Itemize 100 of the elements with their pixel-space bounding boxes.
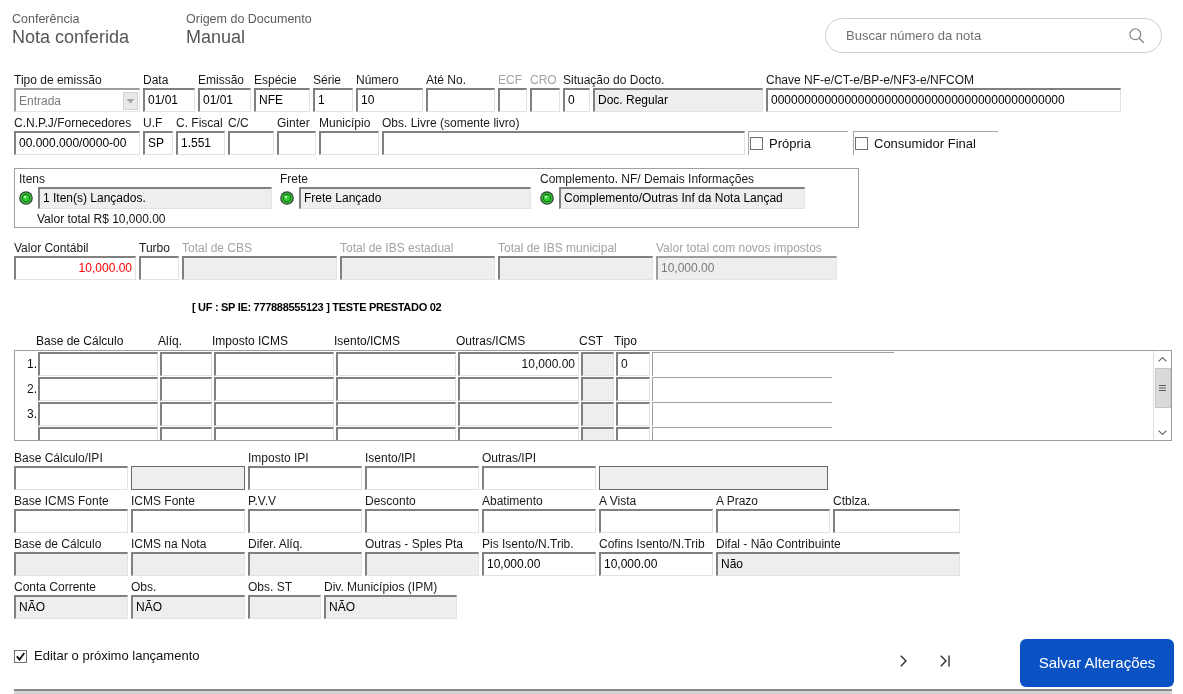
- input-field[interactable]: [14, 509, 128, 533]
- input-field[interactable]: [482, 466, 596, 490]
- table-cell[interactable]: [336, 427, 456, 440]
- table-cell[interactable]: [581, 377, 614, 401]
- table-cell[interactable]: [214, 352, 334, 376]
- input-field[interactable]: [498, 88, 527, 112]
- chevron-up-icon[interactable]: [1158, 357, 1167, 362]
- checkbox-label[interactable]: Própria: [769, 135, 811, 152]
- field-label: Ginter: [277, 116, 310, 131]
- checkbox-label[interactable]: Editar o próximo lançamento: [34, 648, 200, 664]
- table-cell[interactable]: [336, 377, 456, 401]
- table-cell[interactable]: [38, 352, 158, 376]
- input-field[interactable]: NÃO: [131, 595, 245, 619]
- input-field[interactable]: [716, 509, 830, 533]
- input-field[interactable]: [248, 595, 321, 619]
- input-field[interactable]: 01/01: [198, 88, 251, 112]
- input-field[interactable]: [426, 88, 495, 112]
- table-cell[interactable]: [160, 352, 212, 376]
- input-field[interactable]: [599, 466, 828, 490]
- input-field[interactable]: [482, 509, 596, 533]
- table-cell[interactable]: [581, 402, 614, 426]
- table-cell[interactable]: [336, 352, 456, 376]
- input-field[interactable]: 00.000.000/0000-00: [14, 131, 140, 155]
- input-field[interactable]: NÃO: [324, 595, 457, 619]
- input-field[interactable]: [530, 88, 560, 112]
- checkbox[interactable]: [750, 137, 763, 150]
- table-cell[interactable]: [652, 427, 832, 440]
- input-field[interactable]: [14, 466, 128, 490]
- input-field[interactable]: [248, 509, 362, 533]
- field-label: Total de IBS estadual: [340, 241, 454, 256]
- input-field[interactable]: 00000000000000000000000000000000000000000000: [766, 88, 1121, 112]
- input-field[interactable]: 10: [356, 88, 423, 112]
- input-field[interactable]: [382, 131, 745, 155]
- table-cell[interactable]: [652, 377, 832, 401]
- table-cell[interactable]: [616, 427, 650, 440]
- input-field[interactable]: [365, 466, 479, 490]
- input-field[interactable]: [340, 256, 495, 280]
- input-field[interactable]: [14, 552, 128, 576]
- chevron-down-icon[interactable]: [1158, 430, 1167, 435]
- table-cell[interactable]: [160, 377, 212, 401]
- field-label: P.V.V: [248, 494, 277, 509]
- table-cell[interactable]: [214, 427, 334, 440]
- input-field[interactable]: [498, 256, 653, 280]
- input-field[interactable]: [131, 552, 245, 576]
- input-field[interactable]: [182, 256, 337, 280]
- table-cell[interactable]: [214, 402, 334, 426]
- input-field[interactable]: [599, 509, 713, 533]
- input-field[interactable]: [248, 466, 362, 490]
- table-cell[interactable]: [160, 427, 212, 440]
- table-cell[interactable]: 10,000.00: [458, 352, 579, 376]
- table-cell[interactable]: [458, 402, 579, 426]
- table-cell[interactable]: [652, 402, 832, 426]
- chevron-right-icon[interactable]: [900, 655, 907, 667]
- table-cell[interactable]: [214, 377, 334, 401]
- input-field[interactable]: [365, 509, 479, 533]
- input-field[interactable]: 01/01: [143, 88, 195, 112]
- checkbox-label[interactable]: Consumidor Final: [874, 135, 976, 152]
- input-field[interactable]: Complemento/Outras Inf da Nota Lançad: [559, 187, 805, 209]
- input-field[interactable]: [131, 466, 245, 490]
- table-cell[interactable]: [160, 402, 212, 426]
- table-cell[interactable]: [581, 352, 614, 376]
- input-field[interactable]: [833, 509, 960, 533]
- input-field[interactable]: NFE: [254, 88, 310, 112]
- input-field[interactable]: 10,000.00: [599, 552, 713, 576]
- table-cell[interactable]: [616, 377, 650, 401]
- input-field[interactable]: [319, 131, 379, 155]
- input-field[interactable]: Doc. Regular: [593, 88, 763, 112]
- input-field[interactable]: 10,000.00: [482, 552, 596, 576]
- table-cell[interactable]: [652, 352, 894, 376]
- table-cell[interactable]: [458, 377, 579, 401]
- table-cell[interactable]: [38, 427, 158, 440]
- input-field[interactable]: 0: [563, 88, 590, 112]
- input-field[interactable]: [228, 131, 274, 155]
- table-cell[interactable]: [38, 402, 158, 426]
- input-field[interactable]: 1 Iten(s) Lançados.: [38, 187, 272, 209]
- input-field[interactable]: [248, 552, 362, 576]
- table-cell[interactable]: [458, 427, 579, 440]
- input-field[interactable]: [365, 552, 479, 576]
- input-field[interactable]: 10,000.00: [14, 256, 136, 280]
- input-field[interactable]: [277, 131, 316, 155]
- scroll-thumb[interactable]: [1154, 368, 1171, 408]
- input-field[interactable]: 1: [313, 88, 353, 112]
- skip-to-end-icon[interactable]: [940, 655, 950, 667]
- input-field[interactable]: Não: [716, 552, 960, 576]
- input-field[interactable]: NÃO: [14, 595, 128, 619]
- checkbox[interactable]: [855, 137, 868, 150]
- table-cell[interactable]: [616, 402, 650, 426]
- table-cell[interactable]: [336, 402, 456, 426]
- input-field[interactable]: 1.551: [176, 131, 225, 155]
- search-field[interactable]: Buscar número da nota: [825, 18, 1162, 53]
- input-field[interactable]: [131, 509, 245, 533]
- input-field[interactable]: SP: [143, 131, 173, 155]
- table-cell[interactable]: 0: [616, 352, 650, 376]
- save-button[interactable]: Salvar Alterações: [1020, 639, 1174, 687]
- checkbox[interactable]: [14, 649, 27, 663]
- input-field[interactable]: Frete Lançado: [299, 187, 531, 209]
- field-label: Série: [313, 73, 341, 88]
- table-cell[interactable]: [581, 427, 614, 440]
- input-field[interactable]: [139, 256, 179, 280]
- table-cell[interactable]: [38, 377, 158, 401]
